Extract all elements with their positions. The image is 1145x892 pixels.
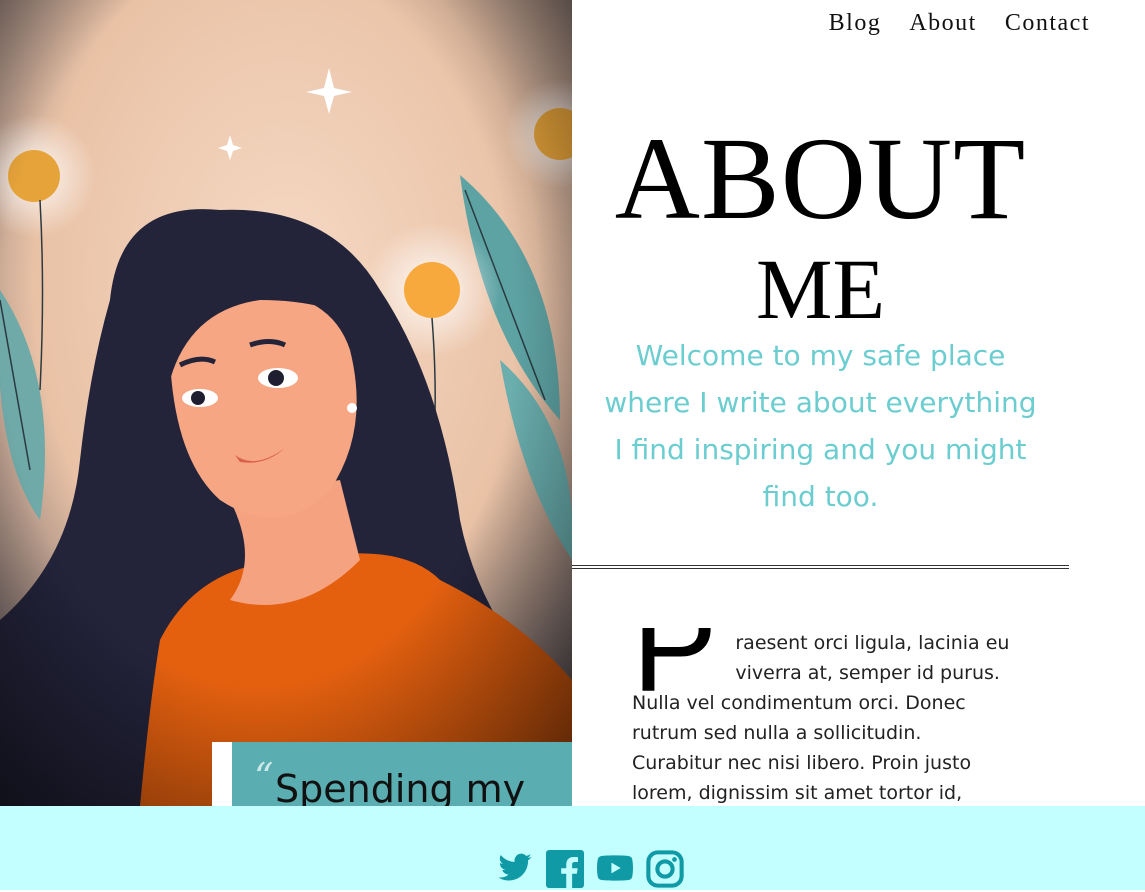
tagline: Welcome to my safe place where I write a…	[604, 339, 1037, 513]
youtube-icon[interactable]	[596, 850, 634, 886]
nav-link-contact[interactable]: Contact	[1005, 10, 1090, 37]
divider	[572, 565, 1069, 569]
nav-link-blog[interactable]: Blog	[829, 10, 882, 37]
about-paragraph: Praesent orci ligula, lacinia eu viverra…	[632, 628, 1012, 806]
top-nav: Blog About Contact	[829, 10, 1090, 37]
page-title-line2: ME	[756, 241, 885, 337]
drop-cap: P	[632, 628, 718, 719]
twitter-icon[interactable]	[496, 850, 532, 886]
quote-mark: “	[254, 755, 274, 799]
page-title-line1: ABOUT	[614, 113, 1027, 244]
instagram-icon[interactable]	[646, 850, 684, 888]
facebook-icon[interactable]	[546, 850, 584, 888]
quote-panel: “ Spending my	[212, 742, 572, 806]
quote-box: “ Spending my	[232, 742, 572, 806]
social-links	[496, 850, 684, 888]
hero-illustration	[0, 0, 572, 806]
quote-text: Spending my	[275, 767, 526, 806]
nav-link-about[interactable]: About	[909, 10, 977, 37]
footer	[0, 806, 1145, 890]
